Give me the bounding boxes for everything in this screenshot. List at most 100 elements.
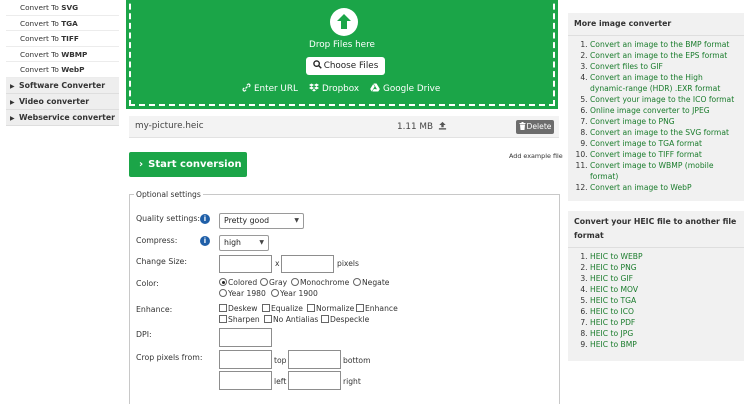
converter-list-item[interactable]: Convert image to WBMP (mobile format) (590, 160, 738, 182)
heic-converter-list-item[interactable]: HEIC to BMP (590, 339, 738, 350)
heic-converter-list-item-link[interactable]: HEIC to BMP (590, 340, 637, 349)
sidebar-item-convert-wbmp[interactable]: Convert To WBMP (6, 46, 119, 62)
heic-converter-list-item-link[interactable]: HEIC to TGA (590, 296, 636, 305)
radio[interactable] (353, 278, 361, 286)
sidebar-item-convert-webp[interactable]: Convert To WebP (6, 62, 119, 78)
add-example-file-link[interactable]: Add example file (509, 152, 563, 160)
crop-bottom-input[interactable] (288, 350, 341, 369)
converter-list-item-link[interactable]: Convert image to TIFF format (590, 150, 702, 159)
sidebar-category-software[interactable]: ▶ Software Converter (6, 77, 119, 94)
color-option-gray[interactable]: Gray (260, 278, 287, 287)
enhance-option-no-antialias[interactable]: No Antialias (264, 315, 318, 324)
heic-converter-list-item-link[interactable]: HEIC to JPG (590, 329, 633, 338)
converter-list-item[interactable]: Convert an image to the SVG format (590, 127, 738, 138)
heic-converter-list-item[interactable]: HEIC to JPG (590, 328, 738, 339)
dpi-input[interactable] (219, 328, 272, 347)
width-input[interactable] (219, 255, 272, 273)
sidebar-category-webservice[interactable]: ▶ Webservice converter (6, 109, 119, 126)
converter-list-item-link[interactable]: Convert an image to WebP (590, 183, 692, 192)
heic-converter-list-item-link[interactable]: HEIC to WEBP (590, 252, 643, 261)
converter-list-item[interactable]: Convert image to PNG (590, 116, 738, 127)
sidebar-category-video[interactable]: ▶ Video converter (6, 93, 119, 110)
sidebar-item-convert-svg[interactable]: Convert To SVG (6, 0, 119, 16)
enhance-label: Enhance: (136, 305, 173, 314)
google-drive-link[interactable]: Google Drive (370, 83, 440, 94)
heic-converter-list-item-link[interactable]: HEIC to GIF (590, 274, 633, 283)
checkbox[interactable] (262, 304, 270, 312)
heic-converter-list-item[interactable]: HEIC to TGA (590, 295, 738, 306)
height-input[interactable] (281, 255, 334, 273)
start-conversion-button[interactable]: › Start conversion (129, 152, 247, 177)
enhance-option-deskew[interactable]: Deskew (219, 304, 258, 313)
color-option-monochrome[interactable]: Monochrome (291, 278, 349, 287)
radio-selected[interactable] (219, 278, 227, 286)
checkbox[interactable] (321, 315, 329, 323)
converter-list-item-link[interactable]: Convert your image to the ICO format (590, 95, 734, 104)
radio[interactable] (260, 278, 268, 286)
converter-list-item[interactable]: Convert an image to the BMP format (590, 39, 738, 50)
enhance-option-normalize[interactable]: Normalize (307, 304, 354, 313)
converter-list-item-link[interactable]: Convert an image to the SVG format (590, 128, 729, 137)
info-icon[interactable]: i (200, 236, 210, 246)
converter-list-item[interactable]: Convert your image to the ICO format (590, 94, 738, 105)
enhance-option-equalize[interactable]: Equalize (262, 304, 303, 313)
converter-list-item[interactable]: Convert an image to the High dynamic-ran… (590, 72, 738, 94)
radio[interactable] (219, 289, 227, 297)
enhance-option-sharpen[interactable]: Sharpen (219, 315, 260, 324)
converter-list-item[interactable]: Convert image to TGA format (590, 138, 738, 149)
heic-converter-list-item[interactable]: HEIC to WEBP (590, 251, 738, 262)
radio[interactable] (271, 289, 279, 297)
color-option-colored[interactable]: Colored (219, 278, 257, 287)
enhance-option-despeckle[interactable]: Despeckle (321, 315, 369, 324)
size-separator: x (275, 259, 280, 268)
converter-list-item-link[interactable]: Online image converter to JPEG (590, 106, 710, 115)
checkbox[interactable] (219, 315, 227, 323)
crop-right-input[interactable] (288, 371, 341, 390)
converter-list-item[interactable]: Convert image to TIFF format (590, 149, 738, 160)
checkbox[interactable] (356, 304, 364, 312)
converter-list-item[interactable]: Online image converter to JPEG (590, 105, 738, 116)
quality-select[interactable]: Pretty good ▼ (219, 213, 304, 229)
enter-url-link[interactable]: Enter URL (242, 83, 298, 94)
converter-list-item[interactable]: Convert an image to the EPS format (590, 50, 738, 61)
compress-select[interactable]: high ▼ (219, 235, 269, 251)
heic-converter-list-item-link[interactable]: HEIC to PDF (590, 318, 635, 327)
converter-list-item-link[interactable]: Convert files to GIF (590, 62, 663, 71)
heic-converter-list-item[interactable]: HEIC to GIF (590, 273, 738, 284)
sidebar-item-convert-tiff[interactable]: Convert To TIFF (6, 31, 119, 47)
radio[interactable] (291, 278, 299, 286)
converter-list-item-link[interactable]: Convert an image to the High dynamic-ran… (590, 73, 720, 93)
sidebar-item-convert-tga[interactable]: Convert To TGA (6, 15, 119, 31)
heic-converter-list-item[interactable]: HEIC to PNG (590, 262, 738, 273)
converter-list-item-link[interactable]: Convert image to WBMP (mobile format) (590, 161, 714, 181)
color-option-year-1900[interactable]: Year 1900 (271, 289, 318, 298)
converter-list-item-link[interactable]: Convert image to PNG (590, 117, 675, 126)
enhance-option-enhance[interactable]: Enhance (356, 304, 398, 313)
checkbox[interactable] (307, 304, 315, 312)
heic-converter-list-item-link[interactable]: HEIC to ICO (590, 307, 634, 316)
checkbox[interactable] (264, 315, 272, 323)
crop-left-input[interactable] (219, 371, 272, 390)
color-option-year-1980[interactable]: Year 1980 (219, 289, 266, 298)
heic-converter-list-item-link[interactable]: HEIC to MOV (590, 285, 638, 294)
heic-converter-list-item[interactable]: HEIC to MOV (590, 284, 738, 295)
checkbox[interactable] (219, 304, 227, 312)
dropbox-link[interactable]: Dropbox (309, 83, 359, 94)
converter-list-item-link[interactable]: Convert an image to the EPS format (590, 51, 727, 60)
heic-converter-list-item[interactable]: HEIC to PDF (590, 317, 738, 328)
delete-button[interactable]: Delete (516, 120, 554, 134)
converter-list-item-link[interactable]: Convert an image to the BMP format (590, 40, 729, 49)
color-option-negate[interactable]: Negate (353, 278, 389, 287)
converter-list-item[interactable]: Convert files to GIF (590, 61, 738, 72)
converter-list-item[interactable]: Convert an image to WebP (590, 182, 738, 193)
info-icon[interactable]: i (200, 214, 210, 224)
heic-converter-list-item[interactable]: HEIC to ICO (590, 306, 738, 317)
choose-files-button[interactable]: Choose Files (306, 57, 385, 75)
quality-label: Quality settings: (136, 214, 201, 223)
heic-converter-list-item-link[interactable]: HEIC to PNG (590, 263, 637, 272)
crop-top-input[interactable] (219, 350, 272, 369)
quality-value: Pretty good (224, 216, 270, 225)
converter-list-item-link[interactable]: Convert image to TGA format (590, 139, 702, 148)
file-drop-zone[interactable]: Drop Files here Choose Files Enter URL D… (126, 0, 558, 109)
drop-files-text: Drop Files here (309, 40, 375, 50)
